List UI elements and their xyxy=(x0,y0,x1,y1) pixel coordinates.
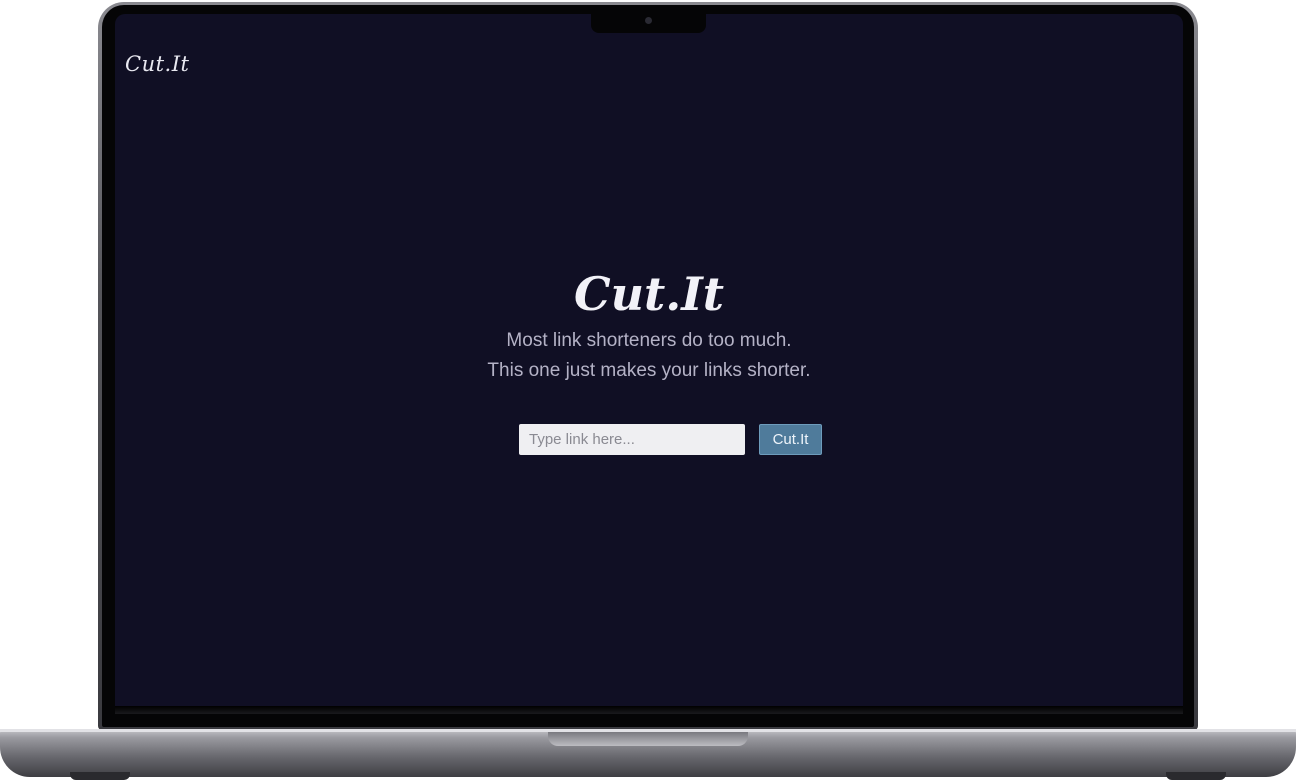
screen-bottom-bezel xyxy=(115,706,1183,714)
link-input[interactable] xyxy=(519,424,745,455)
laptop-frame: Cut.It Cut.It Most link shorteners do to… xyxy=(0,0,1296,784)
hero-tagline-line2: This one just makes your links shorter. xyxy=(487,360,811,381)
laptop-thumb-notch xyxy=(548,732,748,746)
hero-section: Cut.It Most link shorteners do too much.… xyxy=(115,262,1183,386)
hero-tagline-line1: Most link shorteners do too much. xyxy=(506,330,792,351)
hero-title: Cut.It xyxy=(573,267,725,321)
laptop-foot-left xyxy=(70,772,130,780)
header-logo[interactable]: Cut.It xyxy=(125,52,189,76)
shorten-form: Cut.It xyxy=(519,424,823,456)
app-screen: Cut.It Cut.It Most link shorteners do to… xyxy=(115,14,1183,706)
cut-it-button[interactable]: Cut.It xyxy=(759,424,822,455)
camera-icon xyxy=(645,17,652,24)
laptop-foot-right xyxy=(1166,772,1226,780)
